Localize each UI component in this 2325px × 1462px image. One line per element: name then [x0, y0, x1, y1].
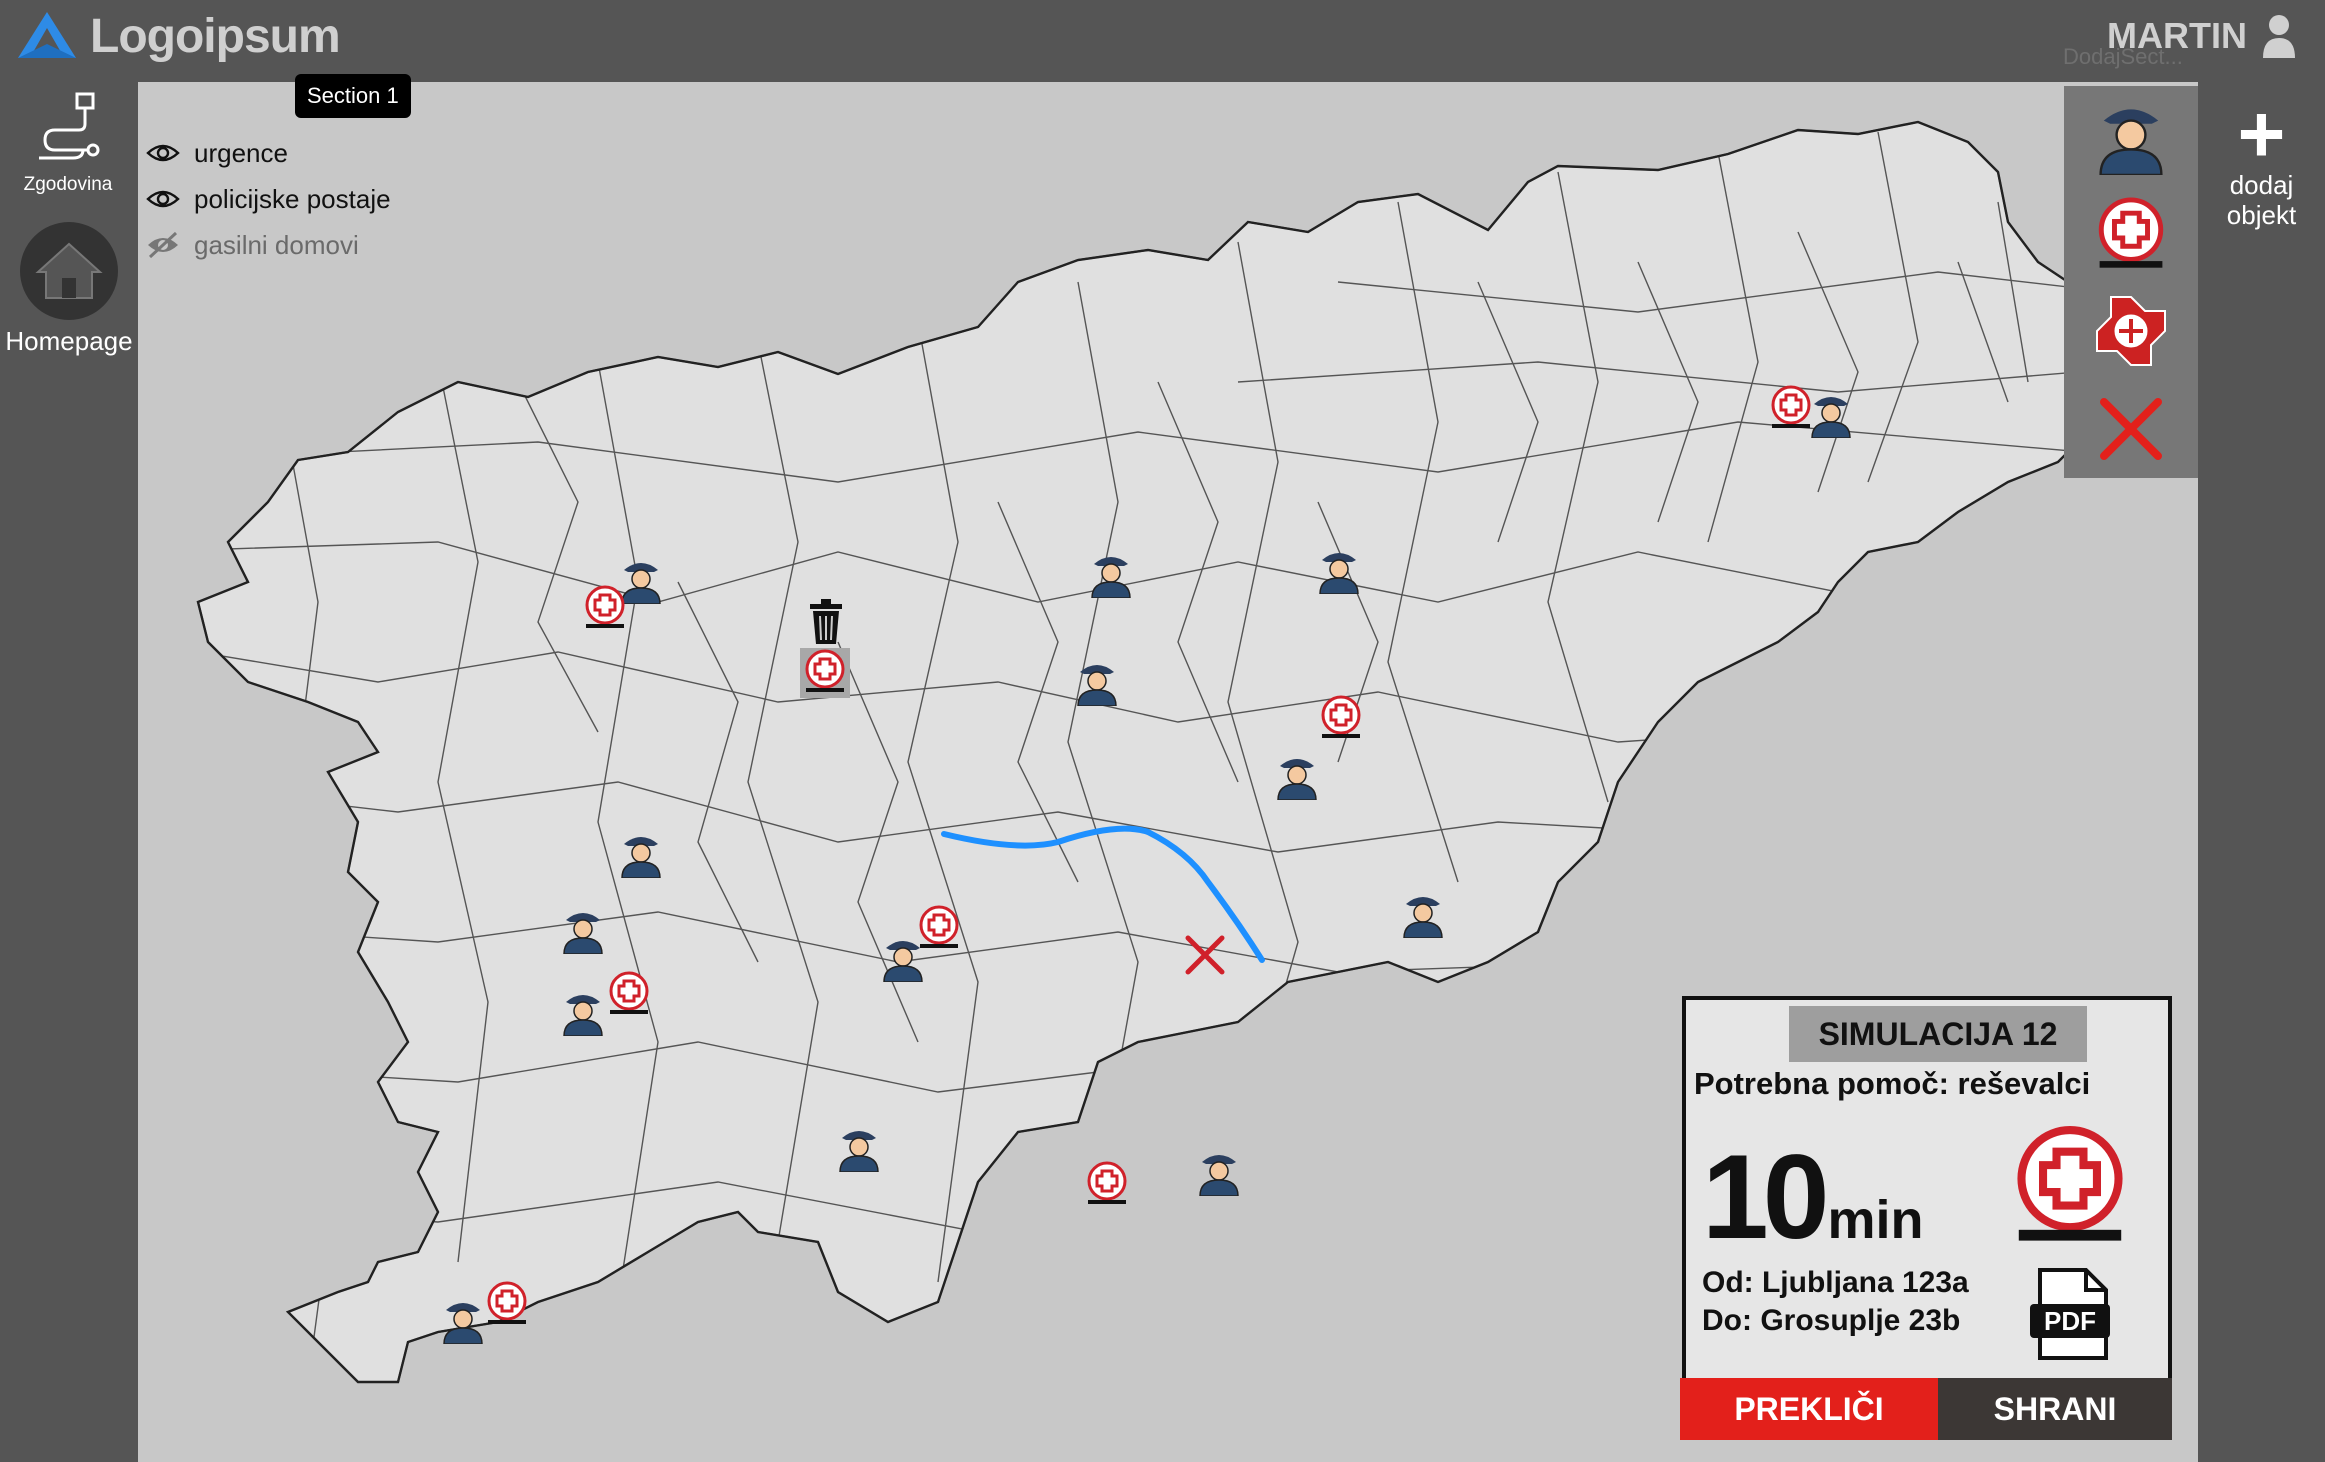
ambulance-marker[interactable]: [606, 970, 652, 1016]
police-marker[interactable]: [882, 932, 924, 982]
ambulance-marker[interactable]: [484, 1280, 530, 1326]
add-label-1: dodaj: [2229, 170, 2294, 200]
time-value: 10: [1702, 1130, 1830, 1264]
eye-off-icon[interactable]: [146, 231, 180, 259]
from-address: Od: Ljubljana 123a: [1702, 1266, 1969, 1299]
history-label: Zgodovina: [23, 174, 113, 195]
police-marker[interactable]: [1198, 1146, 1240, 1196]
layer-gasilni-domovi[interactable]: gasilni domovi: [146, 222, 391, 268]
homepage-button[interactable]: Homepage: [0, 222, 138, 357]
needed-help: Potrebna pomoč: reševalci: [1694, 1066, 2091, 1101]
left-sidebar: Zgodovina Homepage: [0, 82, 138, 1462]
fire-dept-icon: [2096, 296, 2166, 366]
police-marker[interactable]: [1090, 548, 1132, 598]
ambulance-marker[interactable]: [1084, 1160, 1130, 1206]
eye-icon[interactable]: [146, 187, 180, 211]
palette-police[interactable]: [2064, 86, 2198, 184]
police-marker[interactable]: [442, 1294, 484, 1344]
history-button[interactable]: Zgodovina: [8, 88, 128, 196]
layer-label: policijske postaje: [194, 183, 391, 214]
time-estimate: 10min: [1702, 1128, 1924, 1266]
ambulance-icon: [2017, 1126, 2123, 1241]
police-marker[interactable]: [620, 828, 662, 878]
address-block: Od: Ljubljana 123a Do: Grosuplje 23b: [1702, 1264, 1969, 1340]
route-history-icon: [39, 92, 100, 160]
layer-list: urgence policijske postaje gasilni domov…: [146, 130, 391, 268]
simulation-panel: SIMULACIJA 12 Potrebna pomoč: reševalci …: [1682, 996, 2172, 1382]
police-marker[interactable]: [1402, 888, 1444, 938]
logo-text: Logoipsum: [90, 9, 341, 63]
pdf-label: PDF: [2044, 1306, 2096, 1336]
police-marker[interactable]: [562, 904, 604, 954]
plus-icon: +: [2237, 89, 2286, 180]
delete-x-icon: [2100, 398, 2162, 460]
police-station-icon: [2099, 109, 2163, 175]
home-icon: [20, 222, 118, 320]
police-marker[interactable]: [838, 1122, 880, 1172]
time-unit: min: [1827, 1190, 1924, 1250]
police-marker[interactable]: [1810, 388, 1852, 438]
trash-icon[interactable]: [806, 598, 846, 646]
police-marker[interactable]: [1276, 750, 1318, 800]
layer-label: gasilni domovi: [194, 229, 359, 260]
section-tooltip: Section 1: [295, 74, 411, 118]
user-menu[interactable]: MARTIN: [2107, 14, 2297, 58]
add-object-button[interactable]: + dodaj objekt: [2198, 89, 2325, 231]
palette-delete[interactable]: [2064, 380, 2198, 478]
palette-ambulance[interactable]: [2064, 184, 2198, 282]
user-name: MARTIN: [2107, 15, 2247, 56]
ambulance-marker[interactable]: [1318, 694, 1364, 740]
object-palette: [2064, 86, 2198, 478]
destination-x-icon[interactable]: [1182, 932, 1228, 978]
logo[interactable]: Logoipsum: [14, 8, 341, 64]
ambulance-icon: [2098, 197, 2164, 268]
ambulance-marker[interactable]: [582, 584, 628, 630]
home-label: Homepage: [5, 326, 133, 356]
layer-urgence[interactable]: urgence: [146, 130, 391, 176]
police-marker[interactable]: [1318, 544, 1360, 594]
add-label-2: objekt: [2226, 200, 2297, 230]
police-marker[interactable]: [1076, 656, 1118, 706]
user-icon: [2263, 15, 2295, 58]
layer-label: urgence: [194, 137, 288, 168]
police-marker[interactable]: [562, 986, 604, 1036]
eye-icon[interactable]: [146, 141, 180, 165]
ambulance-marker[interactable]: [802, 648, 848, 694]
logo-icon: [18, 12, 76, 58]
simulation-title: SIMULACIJA 12: [1789, 1006, 2087, 1062]
ambulance-marker[interactable]: [1768, 384, 1814, 430]
to-address: Do: Grosuplje 23b: [1702, 1304, 1961, 1337]
cancel-button[interactable]: PREKLIČI: [1680, 1378, 1938, 1440]
palette-fire[interactable]: [2064, 282, 2198, 380]
top-bar: Logoipsum DodajSect... MARTIN: [0, 0, 2325, 82]
layer-policijske-postaje[interactable]: policijske postaje: [146, 176, 391, 222]
save-button[interactable]: SHRANI: [1938, 1378, 2172, 1440]
pdf-icon[interactable]: PDF: [2026, 1266, 2118, 1362]
